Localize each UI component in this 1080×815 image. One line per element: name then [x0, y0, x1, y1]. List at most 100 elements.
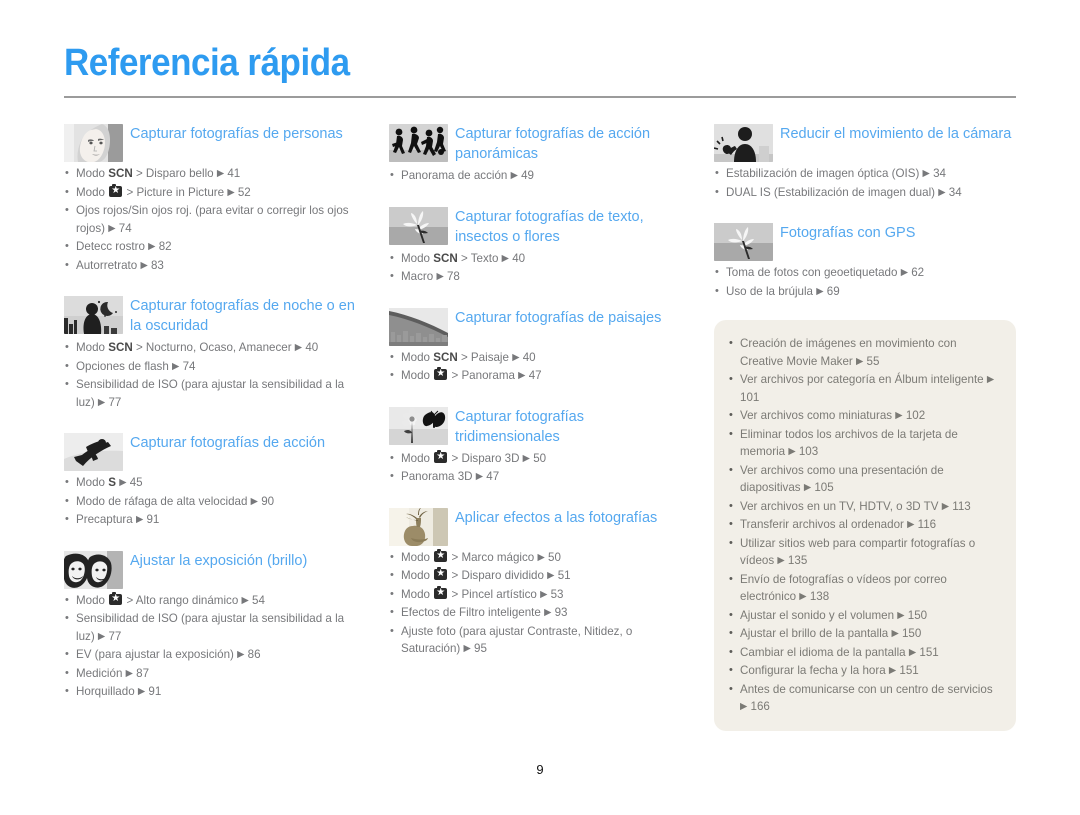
- page-number: 9: [536, 762, 544, 777]
- section-title[interactable]: Capturar fotografías de noche o en la os…: [130, 294, 364, 336]
- smart-mode-camera-icon: [434, 449, 448, 464]
- section-item-list: Modo > Marco mágico ▶ 50Modo > Disparo d…: [389, 548, 689, 658]
- page-ref-number[interactable]: 74: [116, 222, 132, 235]
- page-ref-number[interactable]: 53: [547, 588, 564, 601]
- reference-item: Cambiar el idioma de la pantalla ▶ 151: [728, 644, 1002, 662]
- page-ref-number[interactable]: 45: [127, 476, 143, 489]
- section-title[interactable]: Capturar fotografías de personas: [130, 122, 364, 162]
- item-text: Panorama 3D: [401, 470, 476, 483]
- item-text: Ver archivos por categoría en Álbum inte…: [740, 373, 987, 386]
- page-ref-number[interactable]: 78: [444, 270, 460, 283]
- page-ref-number[interactable]: 151: [896, 664, 918, 677]
- item-text-continued: > Nocturno, Ocaso, Amanecer: [132, 341, 295, 354]
- page-ref-number[interactable]: 34: [946, 186, 962, 199]
- reference-item: Ajuste foto (para ajustar Contraste, Nit…: [389, 623, 689, 658]
- page-ref-number[interactable]: 166: [747, 700, 770, 713]
- section-title[interactable]: Aplicar efectos a las fotografías: [455, 506, 689, 546]
- page-ref-number[interactable]: 95: [471, 642, 487, 655]
- section-title[interactable]: Capturar fotografías de acción: [130, 431, 364, 471]
- reference-item: Ajustar el brillo de la pantalla ▶ 150: [728, 625, 1002, 643]
- page-ref-number[interactable]: 47: [483, 470, 499, 483]
- section-header: Capturar fotografías de acción: [64, 431, 364, 471]
- page-ref-number[interactable]: 91: [145, 685, 161, 698]
- item-text: Modo: [76, 185, 109, 199]
- page-ref-arrow-icon: ▶: [512, 351, 520, 363]
- page-ref-number[interactable]: 40: [509, 252, 525, 265]
- mode-label: SCN: [433, 251, 458, 265]
- reference-item: Modo > Picture in Picture ▶ 52: [64, 183, 364, 202]
- page-ref-number[interactable]: 135: [785, 554, 807, 567]
- page-ref-number[interactable]: 40: [520, 351, 536, 364]
- page-ref-number[interactable]: 49: [518, 169, 534, 182]
- section-title[interactable]: Ajustar la exposición (brillo): [130, 549, 364, 589]
- page-ref-arrow-icon: ▶: [250, 495, 258, 507]
- section-title[interactable]: Capturar fotografías tridimensionales: [455, 405, 689, 447]
- page-ref-number[interactable]: 77: [105, 396, 121, 409]
- item-text: Uso de la brújula: [726, 284, 817, 298]
- item-text: Ver archivos como una presentación de di…: [740, 463, 944, 495]
- reference-item: Creación de imágenes en movimiento con C…: [728, 335, 1002, 370]
- page-ref-number[interactable]: 113: [949, 500, 971, 513]
- page-ref-number[interactable]: 90: [258, 495, 274, 508]
- page-ref-number[interactable]: 86: [244, 648, 261, 661]
- section-title[interactable]: Capturar fotografías de acción panorámic…: [455, 122, 689, 164]
- page-ref-number[interactable]: 102: [903, 409, 925, 422]
- section-item-list: Panorama de acción ▶ 49: [389, 167, 689, 185]
- item-text-continued: > Disparo dividido: [448, 569, 548, 582]
- page-ref-number[interactable]: 116: [914, 518, 937, 531]
- page-ref-number[interactable]: 51: [554, 569, 571, 582]
- item-text: Horquillado: [76, 685, 138, 698]
- section-title[interactable]: Capturar fotografías de texto, insectos …: [455, 205, 689, 247]
- page-ref-number[interactable]: 87: [133, 667, 149, 680]
- page-ref-number[interactable]: 47: [525, 369, 542, 382]
- reference-item: Modo SCN > Disparo bello ▶ 41: [64, 165, 364, 183]
- page-ref-number[interactable]: 54: [249, 594, 265, 607]
- page-ref-number[interactable]: 50: [545, 551, 561, 564]
- page-ref-arrow-icon: ▶: [941, 500, 950, 512]
- page-ref-number[interactable]: 91: [143, 513, 159, 526]
- page-ref-number[interactable]: 105: [811, 481, 833, 494]
- section-header: Capturar fotografías tridimensionales: [389, 405, 689, 447]
- page-ref-number[interactable]: 55: [863, 355, 880, 368]
- page-ref-number[interactable]: 83: [148, 259, 164, 272]
- section-title[interactable]: Fotografías con GPS: [780, 221, 1016, 261]
- item-text: Precaptura: [76, 513, 136, 526]
- reference-item: Ver archivos como una presentación de di…: [728, 462, 1002, 497]
- reference-item: Modo > Marco mágico ▶ 50: [389, 548, 689, 567]
- reference-item: Estabilización de imagen óptica (OIS) ▶ …: [714, 165, 1016, 183]
- reference-section: Capturar fotografías de texto, insectos …: [389, 205, 689, 286]
- section-title[interactable]: Capturar fotografías de paisajes: [455, 306, 689, 346]
- page-ref-number[interactable]: 150: [905, 609, 927, 622]
- item-text: Efectos de Filtro inteligente: [401, 606, 545, 619]
- page-ref-number[interactable]: 151: [916, 646, 938, 659]
- item-text: Autorretrato: [76, 258, 141, 272]
- page-ref-number[interactable]: 138: [807, 590, 829, 603]
- page-ref-number[interactable]: 41: [224, 167, 240, 180]
- page-ref-number[interactable]: 103: [796, 445, 818, 458]
- quick-reference-page: Referencia rápida Capturar fotografías d…: [0, 0, 1080, 815]
- page-ref-number[interactable]: 82: [155, 240, 172, 253]
- page-ref-number[interactable]: 93: [551, 606, 568, 619]
- page-ref-number[interactable]: 150: [899, 627, 921, 640]
- person-shake-reduction-thumbnail: [714, 124, 773, 162]
- page-ref-number[interactable]: 50: [530, 452, 546, 465]
- reference-item: Modo S ▶ 45: [64, 474, 364, 492]
- running-people-panorama-thumbnail: [389, 124, 448, 162]
- reference-item: Sensibilidad de ISO (para ajustar la sen…: [64, 610, 364, 645]
- page-ref-number[interactable]: 69: [824, 285, 840, 298]
- page-ref-number[interactable]: 34: [930, 167, 946, 180]
- page-ref-number[interactable]: 52: [235, 186, 251, 199]
- smart-mode-camera-icon: [434, 366, 448, 381]
- item-text: Transferir archivos al ordenador: [740, 518, 908, 531]
- section-header: Reducir el movimiento de la cámara: [714, 122, 1016, 162]
- page-ref-arrow-icon: ▶: [436, 271, 444, 282]
- section-title[interactable]: Reducir el movimiento de la cámara: [780, 122, 1016, 162]
- item-text: Ajustar el sonido y el volumen: [740, 608, 898, 622]
- page-ref-number[interactable]: 40: [302, 341, 318, 354]
- section-item-list: Toma de fotos con geoetiquetado ▶ 62Uso …: [714, 264, 1016, 300]
- page-ref-number[interactable]: 77: [105, 630, 121, 643]
- page-ref-number[interactable]: 101: [740, 391, 759, 404]
- section-item-list: Modo > Alto rango dinámico ▶ 54Sensibili…: [64, 591, 364, 701]
- page-ref-number[interactable]: 62: [908, 266, 924, 279]
- page-ref-number[interactable]: 74: [179, 360, 196, 373]
